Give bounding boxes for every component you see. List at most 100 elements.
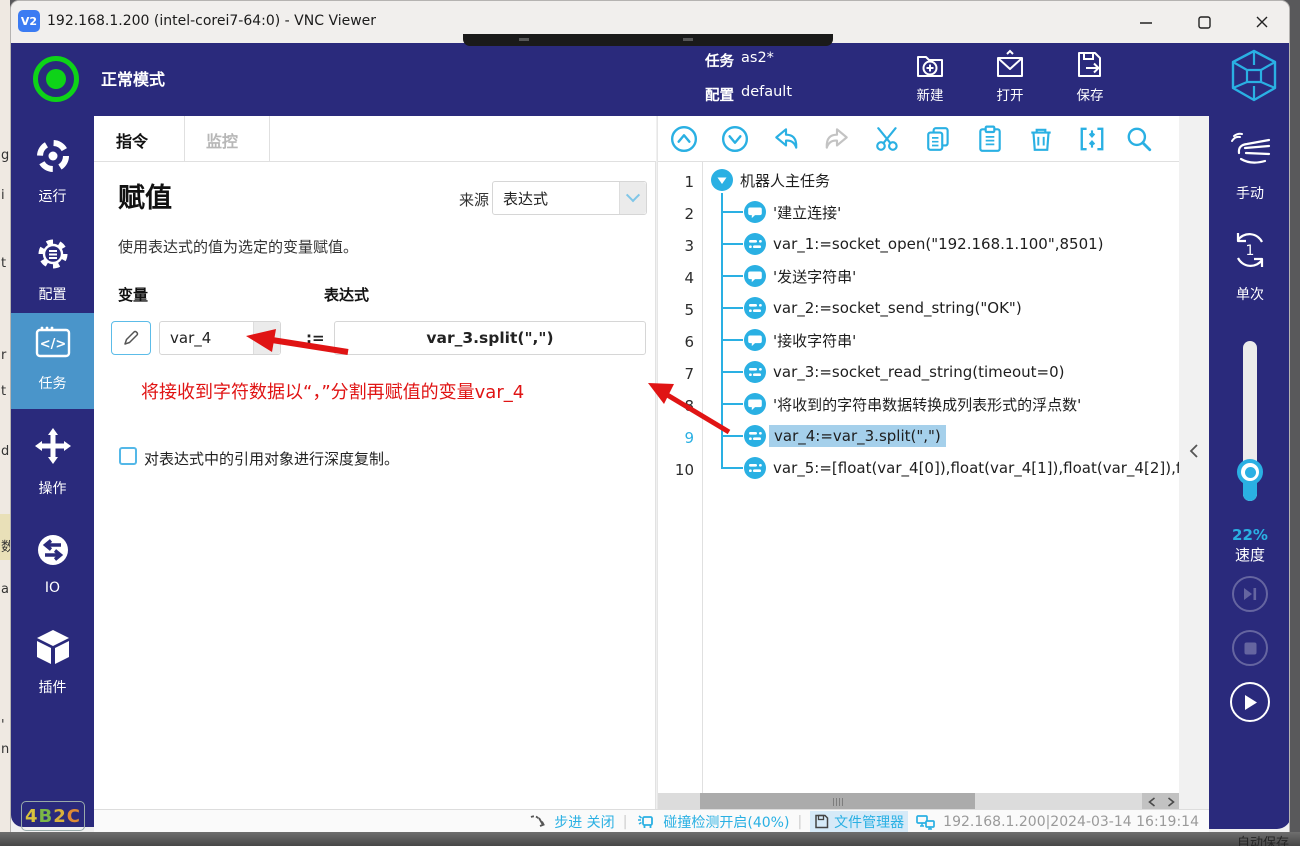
hand-icon [1227,131,1273,169]
new-task-button[interactable]: 新建 [907,48,953,104]
expression-input[interactable]: var_3.split(",") [334,321,646,355]
tree-row[interactable]: 机器人主任务 [710,164,830,196]
file-manager-icon [814,814,829,829]
variable-label: 变量 [118,284,148,305]
collapse-panel-handle[interactable] [1185,438,1203,464]
tree-row[interactable]: var_2:=socket_send_string("OK") [743,292,1022,324]
manual-mode-button[interactable]: 手动 [1209,131,1290,169]
assign-symbol: := [306,329,325,347]
new-file-icon [913,48,947,82]
tree-row[interactable]: '将收到的字符串数据转换成列表形式的浮点数' [743,388,1081,420]
step-forward-button[interactable] [1232,576,1268,612]
paste-icon [976,125,1004,153]
collision-status[interactable]: 碰撞检测开启(40%) [663,812,789,832]
task-label: 任务 [705,50,734,71]
comment-icon [743,200,767,224]
sidebar-item-io[interactable]: IO [11,522,94,610]
chevron-right-icon [1167,797,1175,807]
undo-button[interactable] [771,124,801,154]
insert-button[interactable] [1077,124,1107,154]
file-manager-button[interactable]: 文件管理器 [810,811,908,833]
tree-row[interactable]: var_5:=[float(var_4[0]),float(var_4[1]),… [743,452,1180,484]
tab-instruction[interactable]: 指令 [116,128,148,152]
paste-button[interactable] [975,124,1005,154]
tree-row[interactable]: var_1:=socket_open("192.168.1.100",8501) [743,228,1104,260]
comment-icon [743,264,767,288]
circle-down-icon [721,125,749,153]
chevron-left-icon [1189,443,1199,459]
step-mode-icon [529,814,546,830]
right-sidebar: 手动 1 单次 22% 速度 [1209,116,1290,829]
background-window-sliver: g i t r t d 数 a ' n [0,0,10,832]
checkbox-label: 对表达式中的引用对象进行深度复制。 [144,448,399,469]
tab-monitor[interactable]: 监控 [206,128,238,152]
open-file-icon [993,48,1027,82]
desktop: g i t r t d 数 a ' n 自动保存 V2 192.168.1.20… [0,0,1300,846]
mode-status-icon [33,56,79,102]
source-select[interactable]: 表达式 [492,181,647,215]
source-label: 来源 [459,189,489,210]
move-arrows-icon [33,426,73,466]
plugin-cube-icon [33,627,73,667]
search-icon [1125,125,1153,153]
chevron-left-icon [1148,797,1156,807]
sidebar-item-operate[interactable]: 操作 [11,418,94,508]
open-task-button[interactable]: 打开 [987,48,1033,104]
speed-slider-thumb[interactable] [1237,459,1263,485]
tree-row[interactable]: var_3:=socket_read_string(timeout=0) [743,356,1065,388]
step-forward-icon [1242,587,1258,601]
variable-select[interactable]: var_4 [159,321,281,355]
single-run-button[interactable]: 1 单次 [1209,228,1290,272]
trash-icon [1027,125,1055,153]
undo-icon [772,125,800,153]
deep-copy-checkbox[interactable] [119,447,137,465]
instruction-panel: 指令 监控 赋值 来源 表达式 使用表达式的值为选定的变量赋值。 变量 表达式 … [94,116,656,809]
sidebar-item-run[interactable]: 运行 [11,128,94,216]
cut-button[interactable] [873,124,903,154]
task-code-icon: </> [33,325,73,359]
stop-button[interactable] [1232,630,1268,666]
comment-icon [743,328,767,352]
speed-slider-track[interactable] [1243,341,1257,501]
assignment-icon [743,424,767,448]
sidebar-item-plugin[interactable]: 插件 [11,619,94,707]
tree-row-selected[interactable]: var_4:=var_3.split(",") [743,420,946,452]
description-text: 使用表达式的值为选定的变量赋值。 [118,236,358,257]
minimize-icon [1139,15,1153,29]
chevron-down-icon [253,322,280,354]
panel-gap [1179,116,1209,811]
config-value: default [741,84,792,100]
sidebar-item-config[interactable]: 配置 [11,226,94,314]
vnc-toolbar-tab[interactable] [463,34,833,46]
delete-button[interactable] [1026,124,1056,154]
task-value: as2* [741,50,774,66]
assignment-icon [743,360,767,384]
minimize-button[interactable] [1123,7,1169,37]
save-task-button[interactable]: 保存 [1067,48,1113,104]
insert-brackets-icon [1078,125,1106,153]
tree-row[interactable]: '发送字符串' [743,260,856,292]
4b2c-logo: 4B2C [21,801,85,831]
play-button[interactable] [1230,682,1270,722]
svg-text:1: 1 [1246,243,1255,259]
copy-button[interactable] [924,124,954,154]
edit-variable-button[interactable] [111,321,151,355]
step-mode-status[interactable]: 步进 关闭 [554,812,614,832]
save-icon [1073,48,1107,82]
network-icon [916,814,935,830]
search-button[interactable] [1124,124,1154,154]
redo-button[interactable] [822,124,852,154]
config-label: 配置 [705,84,734,105]
tree-row[interactable]: '接收字符串' [743,324,856,356]
close-button[interactable] [1239,7,1285,37]
move-up-button[interactable] [669,124,699,154]
collapse-node-icon [710,168,734,192]
sidebar-item-task[interactable]: </> 任务 [11,313,94,409]
move-down-button[interactable] [720,124,750,154]
stop-icon [1244,642,1257,655]
tree-row[interactable]: '建立连接' [743,196,841,228]
maximize-button[interactable] [1181,7,1227,37]
assignment-icon [743,456,767,480]
play-icon [1243,694,1258,711]
gear-icon [33,234,73,274]
